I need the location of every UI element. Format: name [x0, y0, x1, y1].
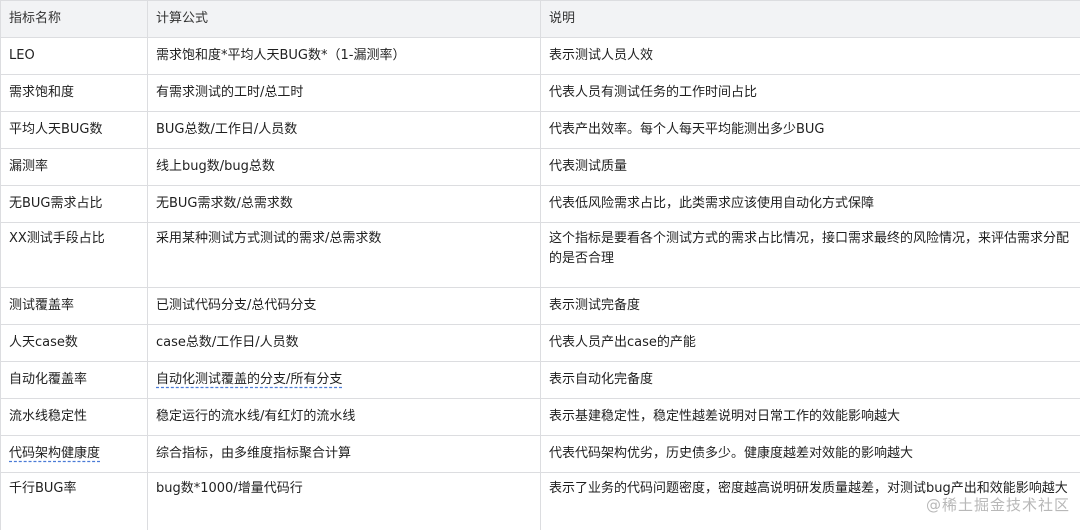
metric-name-cell: 千行BUG率	[0, 472, 148, 530]
table-row: 需求饱和度 有需求测试的工时/总工时 代表人员有测试任务的工作时间占比	[0, 74, 1080, 112]
description-cell: 表示了业务的代码问题密度，密度越高说明研发质量越差，对测试bug产出和效能影响越…	[540, 472, 1080, 530]
table-row: 无BUG需求占比 无BUG需求数/总需求数 代表低风险需求占比，此类需求应该使用…	[0, 185, 1080, 223]
table-row: 代码架构健康度 综合指标，由多维度指标聚合计算 代表代码架构优劣，历史债多少。健…	[0, 435, 1080, 473]
formula-cell: 自动化测试覆盖的分支/所有分支	[147, 361, 541, 399]
formula-cell: 稳定运行的流水线/有红灯的流水线	[147, 398, 541, 436]
table-header-row: 指标名称 计算公式 说明	[0, 0, 1080, 38]
table-row: 平均人天BUG数 BUG总数/工作日/人员数 代表产出效率。每个人每天平均能测出…	[0, 111, 1080, 149]
description-cell: 代表测试质量	[540, 148, 1080, 186]
metric-name-cell: 平均人天BUG数	[0, 111, 148, 149]
metrics-table: 指标名称 计算公式 说明 LEO 需求饱和度*平均人天BUG数*（1-漏测率） …	[0, 0, 1080, 530]
description-cell: 表示测试人员人效	[540, 37, 1080, 75]
metric-name-cell: 无BUG需求占比	[0, 185, 148, 223]
formula-cell: 线上bug数/bug总数	[147, 148, 541, 186]
formula-cell: 无BUG需求数/总需求数	[147, 185, 541, 223]
table-row: 自动化覆盖率 自动化测试覆盖的分支/所有分支 表示自动化完备度	[0, 361, 1080, 399]
description-cell: 代表代码架构优劣，历史债多少。健康度越差对效能的影响越大	[540, 435, 1080, 473]
formula-cell: case总数/工作日/人员数	[147, 324, 541, 362]
metric-name-cell: 代码架构健康度	[0, 435, 148, 473]
table-row: 流水线稳定性 稳定运行的流水线/有红灯的流水线 表示基建稳定性，稳定性越差说明对…	[0, 398, 1080, 436]
metric-name-cell: XX测试手段占比	[0, 222, 148, 288]
metric-name-cell: 流水线稳定性	[0, 398, 148, 436]
formula-cell: 综合指标，由多维度指标聚合计算	[147, 435, 541, 473]
description-cell: 代表人员有测试任务的工作时间占比	[540, 74, 1080, 112]
metric-name-cell: 需求饱和度	[0, 74, 148, 112]
description-cell: 代表低风险需求占比，此类需求应该使用自动化方式保障	[540, 185, 1080, 223]
metric-name-text: 代码架构健康度	[9, 446, 101, 461]
formula-cell: bug数*1000/增量代码行	[147, 472, 541, 530]
description-cell: 代表产出效率。每个人每天平均能测出多少BUG	[540, 111, 1080, 149]
metric-name-cell: 漏测率	[0, 148, 148, 186]
table-row: XX测试手段占比 采用某种测试方式测试的需求/总需求数 这个指标是要看各个测试方…	[0, 222, 1080, 288]
table-row: LEO 需求饱和度*平均人天BUG数*（1-漏测率） 表示测试人员人效	[0, 37, 1080, 75]
description-cell: 代表人员产出case的产能	[540, 324, 1080, 362]
table-row: 千行BUG率 bug数*1000/增量代码行 表示了业务的代码问题密度，密度越高…	[0, 472, 1080, 530]
metric-name-cell: 人天case数	[0, 324, 148, 362]
table-row: 人天case数 case总数/工作日/人员数 代表人员产出case的产能	[0, 324, 1080, 362]
formula-cell: BUG总数/工作日/人员数	[147, 111, 541, 149]
formula-cell: 已测试代码分支/总代码分支	[147, 287, 541, 325]
formula-cell: 有需求测试的工时/总工时	[147, 74, 541, 112]
table-row: 测试覆盖率 已测试代码分支/总代码分支 表示测试完备度	[0, 287, 1080, 325]
metric-name-cell: 自动化覆盖率	[0, 361, 148, 399]
description-cell: 表示基建稳定性，稳定性越差说明对日常工作的效能影响越大	[540, 398, 1080, 436]
description-cell: 表示自动化完备度	[540, 361, 1080, 399]
metric-name-cell: 测试覆盖率	[0, 287, 148, 325]
metric-name-cell: LEO	[0, 37, 148, 75]
header-description: 说明	[540, 0, 1080, 38]
formula-text: 自动化测试覆盖的分支/所有分支	[156, 372, 343, 387]
formula-cell: 需求饱和度*平均人天BUG数*（1-漏测率）	[147, 37, 541, 75]
formula-cell: 采用某种测试方式测试的需求/总需求数	[147, 222, 541, 288]
description-cell: 表示测试完备度	[540, 287, 1080, 325]
header-formula: 计算公式	[147, 0, 541, 38]
header-metric-name: 指标名称	[0, 0, 148, 38]
description-cell: 这个指标是要看各个测试方式的需求占比情况，接口需求最终的风险情况，来评估需求分配…	[540, 222, 1080, 288]
table-row: 漏测率 线上bug数/bug总数 代表测试质量	[0, 148, 1080, 186]
